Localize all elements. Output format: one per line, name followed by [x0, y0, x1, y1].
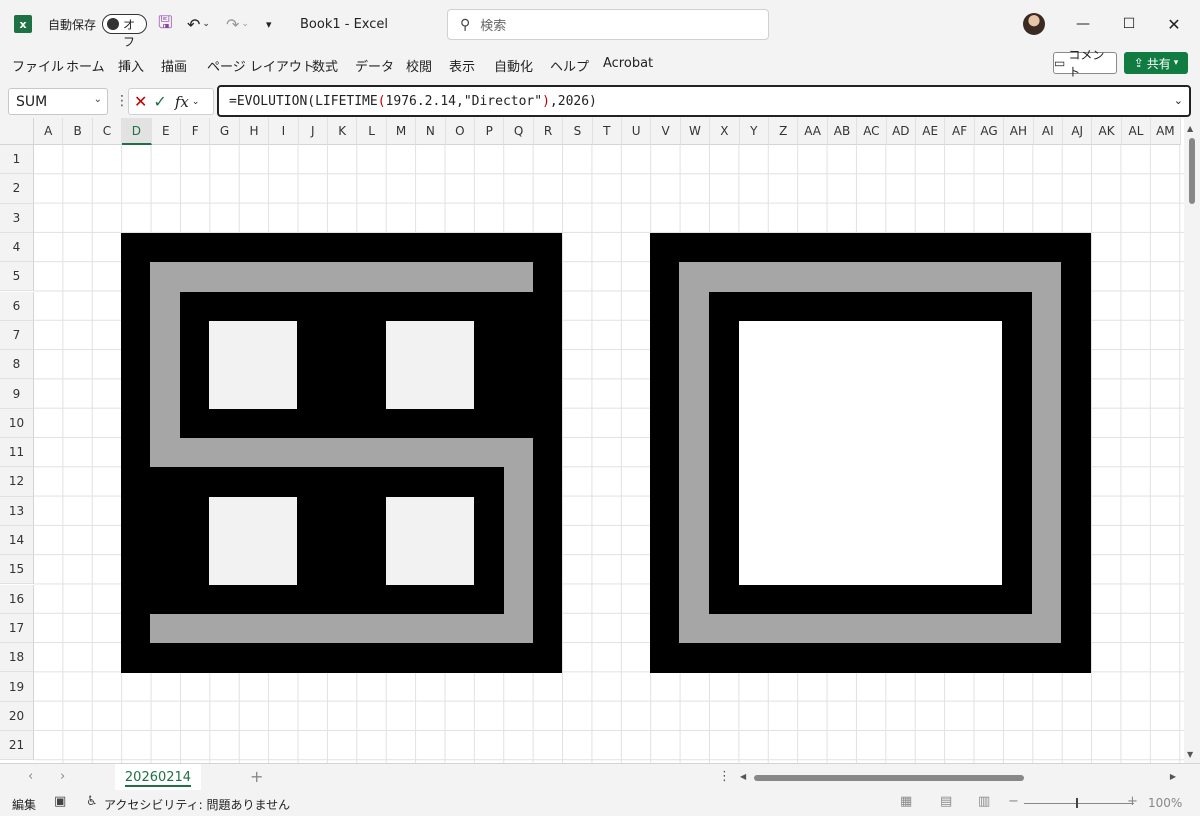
worksheet: A B C D E F G H I J K L M N O P Q R S T U V W X Y Z AA AB AC AD AE AF AG…	[0, 118, 1200, 763]
next-sheet-icon[interactable]: ›	[60, 769, 65, 784]
name-box[interactable]: SUM ⌄	[8, 88, 108, 115]
formula-text-part1: =EVOLUTION(LIFETIME	[229, 93, 378, 109]
scroll-left-icon[interactable]: ◀	[740, 772, 746, 781]
status-bar: 編集 ▣ ♿ アクセシビリティ: 問題ありません ▦ ▤ ▥ − + 100%	[0, 791, 1200, 816]
enter-icon[interactable]: ✓	[153, 92, 166, 111]
vertical-scrollbar[interactable]: ▲ ▼	[1184, 118, 1200, 763]
accessibility-icon: ♿	[86, 794, 98, 809]
sheet-tab[interactable]: 20260214	[115, 764, 201, 790]
save-icon[interactable]: 🖫	[158, 0, 172, 48]
cell-mode-label: 編集	[12, 798, 37, 812]
menu-view[interactable]: 表示	[449, 56, 475, 75]
left-figure-light-square	[209, 497, 297, 585]
search-placeholder: 検索	[480, 19, 507, 34]
formula-bar-row: SUM ⌄ ⋮ ✕ ✓ fx ⌄ =EVOLUTION(LIFETIME(197…	[0, 84, 1200, 118]
undo-icon[interactable]: ↶ ⌄	[187, 0, 210, 48]
ribbon-tabs: ファイル ホーム 挿入 描画 ページ レイアウト 数式 データ 校閲 表示 自動…	[0, 48, 1200, 80]
formula-controls: ✕ ✓ fx ⌄	[128, 88, 214, 115]
title-bar: x 自動保存 オフ 🖫 ↶ ⌄ ↷ ⌄ ▾ Book1 - Excel ⚲ 検索 —…	[0, 0, 1200, 49]
toggle-knob	[107, 18, 119, 30]
redo-icon[interactable]: ↷ ⌄	[226, 0, 249, 48]
left-figure-light-square	[386, 321, 474, 409]
zoom-slider-knob[interactable]	[1076, 798, 1078, 808]
maximize-icon[interactable]: ☐	[1114, 10, 1144, 38]
customize-qat-icon[interactable]: ▾	[266, 0, 272, 48]
autosave-state: オフ	[123, 18, 136, 49]
formula-text-part2: ,2026)	[549, 93, 597, 109]
page-break-view-icon[interactable]: ▥	[978, 794, 990, 809]
right-figure-white-square	[739, 321, 1002, 585]
formula-input[interactable]: =EVOLUTION(LIFETIME(1976.2.14,"Director"…	[217, 85, 1191, 117]
tab-split-handle-icon[interactable]: ⋮	[718, 769, 731, 784]
more-options-icon[interactable]: ⋮	[115, 93, 129, 109]
share-icon: ⇪	[1133, 56, 1144, 70]
scroll-right-icon[interactable]: ▶	[1170, 772, 1176, 781]
scroll-down-icon[interactable]: ▼	[1187, 750, 1193, 759]
accessibility-status[interactable]: アクセシビリティ: 問題ありません	[104, 796, 290, 813]
menu-insert[interactable]: 挿入	[118, 56, 144, 75]
autosave-toggle[interactable]: オフ	[102, 14, 147, 49]
cancel-icon[interactable]: ✕	[134, 92, 147, 111]
horizontal-scrollbar[interactable]: ◀ ▶	[740, 772, 1180, 784]
menu-help[interactable]: ヘルプ	[550, 56, 589, 75]
search-icon: ⚲	[460, 16, 471, 33]
close-icon[interactable]: ✕	[1159, 10, 1189, 38]
menu-automate[interactable]: 自動化	[494, 56, 533, 75]
formula-args: 1976.2.14,"Director"	[385, 93, 543, 109]
page-layout-view-icon[interactable]: ▤	[940, 794, 952, 809]
autosave-label: 自動保存	[48, 17, 97, 32]
zoom-slider[interactable]	[1024, 803, 1134, 804]
menu-formulas[interactable]: 数式	[312, 56, 338, 75]
excel-logo-icon: x	[14, 15, 32, 33]
normal-view-icon[interactable]: ▦	[900, 794, 912, 809]
menu-review[interactable]: 校閲	[406, 56, 432, 75]
formula-paren-close: )	[542, 93, 550, 109]
menu-home[interactable]: ホーム	[66, 56, 105, 75]
left-figure-light-square	[386, 497, 474, 585]
chevron-down-icon: ⌄	[93, 94, 102, 105]
zoom-level[interactable]: 100%	[1148, 796, 1182, 810]
insert-function-icon[interactable]: fx	[175, 93, 189, 111]
chevron-down-icon: ⌄	[191, 96, 200, 107]
macro-record-icon[interactable]: ▣	[54, 794, 66, 809]
share-button[interactable]: ⇪ 共有 ▾	[1124, 52, 1188, 74]
sheet-tabs-bar: ‹ › 20260214 + ⋮ ◀ ▶	[0, 763, 1200, 791]
name-box-value: SUM	[16, 93, 48, 110]
search-box[interactable]: ⚲ 検索	[447, 9, 769, 40]
prev-sheet-icon[interactable]: ‹	[28, 769, 33, 784]
menu-page-layout[interactable]: ページ レイアウト	[207, 56, 315, 75]
comment-button[interactable]: ▭ コメント	[1053, 48, 1117, 79]
comment-icon: ▭	[1054, 56, 1066, 70]
vertical-scroll-thumb[interactable]	[1189, 138, 1195, 204]
sheet-tab-label: 20260214	[124, 769, 192, 785]
formula-paren-open: (	[377, 93, 386, 109]
avatar[interactable]	[1023, 13, 1045, 35]
zoom-out-icon[interactable]: −	[1008, 794, 1019, 809]
document-title: Book1 - Excel	[300, 16, 389, 32]
menu-draw[interactable]: 描画	[161, 56, 187, 75]
chevron-down-icon: ▾	[1173, 58, 1179, 68]
menu-file[interactable]: ファイル	[12, 56, 64, 75]
horizontal-scroll-thumb[interactable]	[754, 775, 1024, 781]
scroll-up-icon[interactable]: ▲	[1187, 124, 1193, 133]
expand-formula-icon[interactable]: ⌄	[1174, 94, 1183, 107]
share-label: 共有	[1146, 56, 1171, 71]
add-sheet-icon[interactable]: +	[250, 767, 263, 786]
left-figure-light-square	[209, 321, 297, 409]
comment-label: コメント	[1068, 48, 1105, 79]
menu-acrobat[interactable]: Acrobat	[603, 56, 653, 71]
minimize-icon[interactable]: —	[1068, 10, 1098, 38]
menu-data[interactable]: データ	[355, 56, 394, 75]
cell-fill-art	[121, 233, 1091, 673]
zoom-in-icon[interactable]: +	[1127, 794, 1138, 809]
